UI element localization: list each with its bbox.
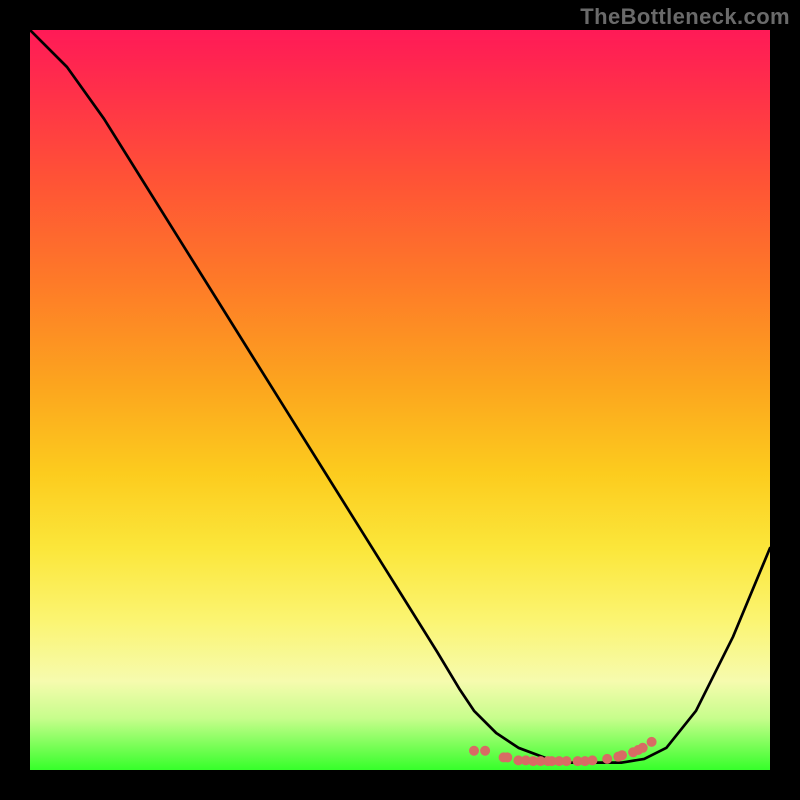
valley-dot — [502, 752, 512, 762]
valley-dot — [480, 746, 490, 756]
valley-dot — [562, 756, 572, 766]
valley-dot — [638, 743, 648, 753]
watermark-text: TheBottleneck.com — [580, 4, 790, 30]
valley-dot — [617, 750, 627, 760]
valley-dot — [469, 746, 479, 756]
bottleneck-curve — [30, 30, 770, 763]
valley-dot — [602, 754, 612, 764]
valley-dot — [587, 755, 597, 765]
valley-dot — [647, 737, 657, 747]
chart-frame: TheBottleneck.com — [0, 0, 800, 800]
curve-overlay — [30, 30, 770, 770]
plot-area — [30, 30, 770, 770]
